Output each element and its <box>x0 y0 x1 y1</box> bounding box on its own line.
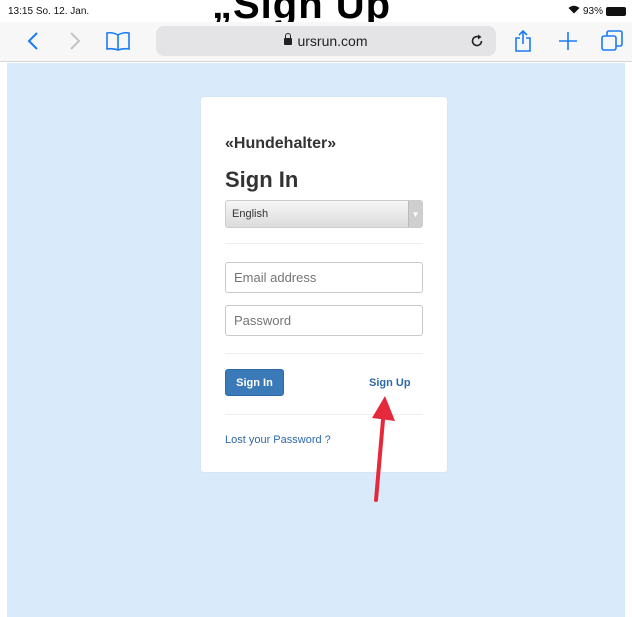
red-arrow-annotation <box>372 396 395 502</box>
screen: „Sign Up 13:15 So. 12. Jan. 93% ursrun.c… <box>0 0 632 617</box>
